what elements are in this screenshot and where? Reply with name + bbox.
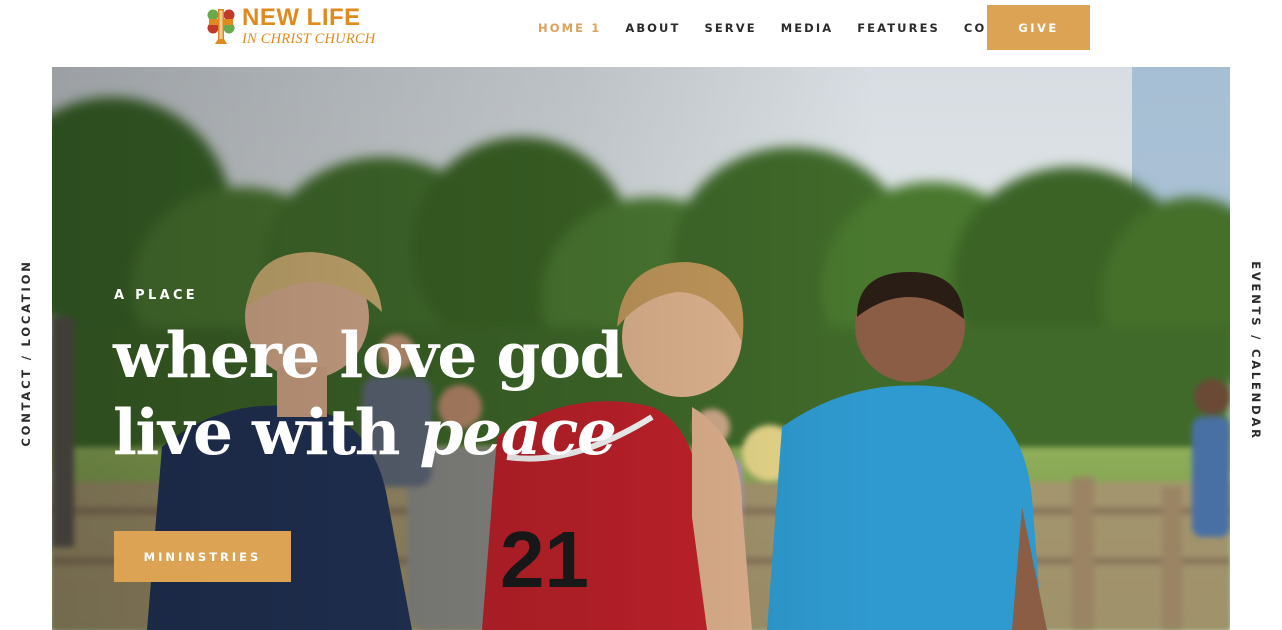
hero-headline-line1: where love god xyxy=(113,318,624,392)
hero-headline-accent: peace xyxy=(419,395,617,469)
ministries-button[interactable]: MININSTRIES xyxy=(114,531,291,582)
site-logo[interactable]: NEW LIFE IN CHRIST CHURCH xyxy=(205,4,375,48)
main-nav: HOME 1 ABOUT SERVE MEDIA FEATURES CONTAC… xyxy=(526,18,1061,38)
hero-banner: 21 A PLACE where love god live with peac… xyxy=(52,67,1230,630)
nav-item-features[interactable]: FEATURES xyxy=(857,21,940,35)
events-calendar-link[interactable]: EVENTS / CALENDAR xyxy=(1249,261,1263,441)
nav-item-media[interactable]: MEDIA xyxy=(781,21,834,35)
give-button[interactable]: GIVE xyxy=(987,5,1090,50)
hero-headline: where love god live with peace xyxy=(113,317,624,471)
contact-location-link[interactable]: CONTACT / LOCATION xyxy=(19,259,33,446)
hero-headline-line2: live with xyxy=(113,395,401,469)
nav-item-home[interactable]: HOME 1 xyxy=(538,21,601,35)
tree-cross-logo-icon xyxy=(207,9,235,44)
hero-kicker: A PLACE xyxy=(114,288,198,303)
nav-item-about[interactable]: ABOUT xyxy=(625,21,680,35)
site-header: NEW LIFE IN CHRIST CHURCH HOME 1 ABOUT S… xyxy=(0,0,1282,60)
nav-item-serve[interactable]: SERVE xyxy=(704,21,756,35)
logo-title: NEW LIFE xyxy=(242,3,361,31)
logo-tagline: IN CHRIST CHURCH xyxy=(242,30,376,47)
